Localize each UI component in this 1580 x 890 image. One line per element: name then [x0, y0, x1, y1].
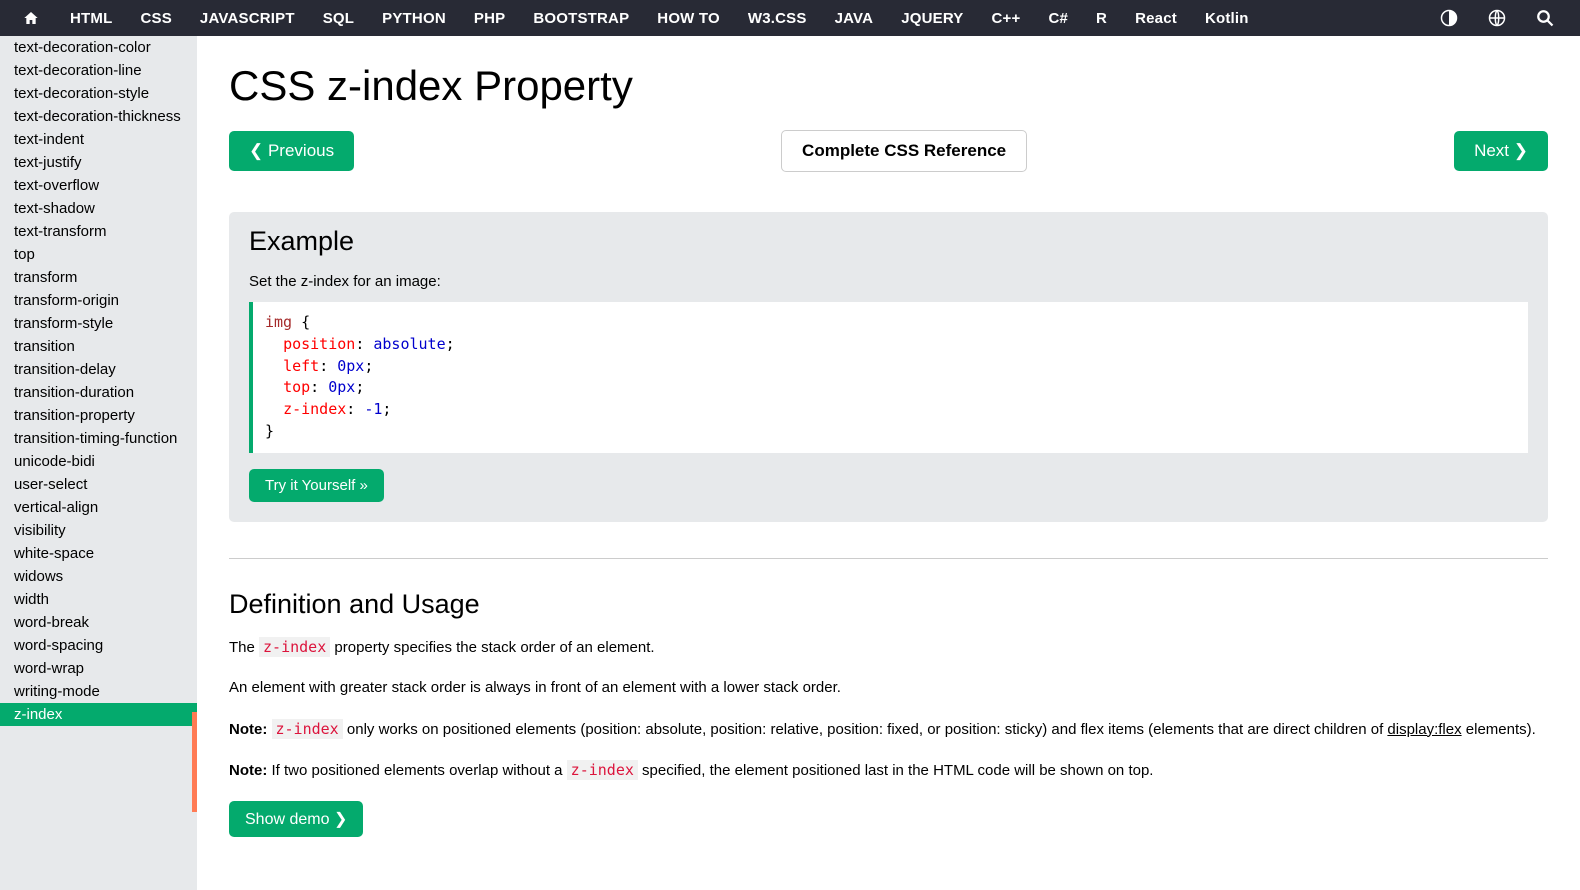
inline-code: z-index — [567, 760, 638, 780]
nav-item[interactable]: BOOTSTRAP — [519, 10, 643, 27]
sidebar-item[interactable]: transition — [0, 335, 197, 358]
definition-p3: Note: z-index only works on positioned e… — [229, 718, 1548, 742]
nav-item[interactable]: PHP — [460, 10, 519, 27]
nav-item[interactable]: CSS — [126, 10, 185, 27]
nav-item[interactable]: HOW TO — [643, 10, 734, 27]
definition-p2: An element with greater stack order is a… — [229, 677, 1548, 700]
display-flex-link[interactable]: display:flex — [1387, 721, 1461, 738]
next-button[interactable]: Next ❯ — [1454, 131, 1548, 171]
previous-button[interactable]: ❮ Previous — [229, 131, 354, 171]
sidebar-item[interactable]: word-spacing — [0, 634, 197, 657]
example-box: Example Set the z-index for an image: im… — [229, 212, 1548, 522]
sidebar-item[interactable]: top — [0, 243, 197, 266]
sidebar-item[interactable]: text-shadow — [0, 197, 197, 220]
globe-icon[interactable] — [1476, 9, 1518, 27]
sidebar-item[interactable]: transition-timing-function — [0, 427, 197, 450]
sidebar-item[interactable]: text-decoration-line — [0, 59, 197, 82]
nav-item[interactable]: R — [1082, 10, 1121, 27]
sidebar-item[interactable]: z-index — [0, 703, 197, 726]
nav-item[interactable]: SQL — [309, 10, 368, 27]
top-nav: HTMLCSSJAVASCRIPTSQLPYTHONPHPBOOTSTRAPHO… — [0, 0, 1580, 36]
search-icon[interactable] — [1524, 9, 1566, 27]
inline-code: z-index — [272, 719, 343, 739]
nav-item[interactable]: HTML — [56, 10, 126, 27]
sidebar-item[interactable]: writing-mode — [0, 680, 197, 703]
show-demo-button[interactable]: Show demo ❯ — [229, 801, 363, 837]
sidebar-item[interactable]: text-justify — [0, 151, 197, 174]
nav-item[interactable]: JQUERY — [887, 10, 977, 27]
nav-item[interactable]: JAVASCRIPT — [186, 10, 309, 27]
sidebar-item[interactable]: text-transform — [0, 220, 197, 243]
sidebar-item[interactable]: text-indent — [0, 128, 197, 151]
main-content: CSS z-index Property ❮ Previous Complete… — [197, 36, 1580, 890]
nav-item[interactable]: Kotlin — [1191, 10, 1263, 27]
complete-reference-button[interactable]: Complete CSS Reference — [781, 130, 1027, 172]
nav-item[interactable]: React — [1121, 10, 1191, 27]
sidebar-item[interactable]: text-overflow — [0, 174, 197, 197]
scrollbar-indicator[interactable] — [192, 712, 197, 812]
sidebar-item[interactable]: white-space — [0, 542, 197, 565]
definition-p4: Note: If two positioned elements overlap… — [229, 759, 1548, 783]
home-icon[interactable] — [6, 10, 56, 26]
nav-item[interactable]: JAVA — [821, 10, 888, 27]
sidebar-item[interactable]: widows — [0, 565, 197, 588]
inline-code: z-index — [259, 637, 330, 657]
divider — [229, 558, 1548, 559]
sidebar-item[interactable]: user-select — [0, 473, 197, 496]
nav-item[interactable]: PYTHON — [368, 10, 460, 27]
sidebar-item[interactable]: transform — [0, 266, 197, 289]
try-it-button[interactable]: Try it Yourself » — [249, 469, 384, 502]
page-title: CSS z-index Property — [229, 62, 1548, 110]
example-heading: Example — [249, 226, 1528, 257]
theme-icon[interactable] — [1428, 9, 1470, 27]
sidebar: text-decoration-colortext-decoration-lin… — [0, 36, 197, 890]
code-block: img { position: absolute; left: 0px; top… — [249, 302, 1528, 453]
sidebar-item[interactable]: vertical-align — [0, 496, 197, 519]
sidebar-item[interactable]: transition-duration — [0, 381, 197, 404]
sidebar-item[interactable]: transform-style — [0, 312, 197, 335]
nav-item[interactable]: W3.CSS — [734, 10, 821, 27]
sidebar-item[interactable]: width — [0, 588, 197, 611]
sidebar-item[interactable]: text-decoration-color — [0, 36, 197, 59]
example-description: Set the z-index for an image: — [249, 273, 1528, 290]
sidebar-item[interactable]: visibility — [0, 519, 197, 542]
sidebar-item[interactable]: text-decoration-thickness — [0, 105, 197, 128]
sidebar-item[interactable]: word-wrap — [0, 657, 197, 680]
sidebar-item[interactable]: transition-delay — [0, 358, 197, 381]
sidebar-item[interactable]: text-decoration-style — [0, 82, 197, 105]
definition-heading: Definition and Usage — [229, 589, 1548, 620]
sidebar-item[interactable]: transform-origin — [0, 289, 197, 312]
nav-item[interactable]: C# — [1034, 10, 1082, 27]
sidebar-item[interactable]: transition-property — [0, 404, 197, 427]
nav-item[interactable]: C++ — [978, 10, 1035, 27]
definition-p1: The z-index property specifies the stack… — [229, 636, 1548, 660]
sidebar-item[interactable]: word-break — [0, 611, 197, 634]
sidebar-item[interactable]: unicode-bidi — [0, 450, 197, 473]
